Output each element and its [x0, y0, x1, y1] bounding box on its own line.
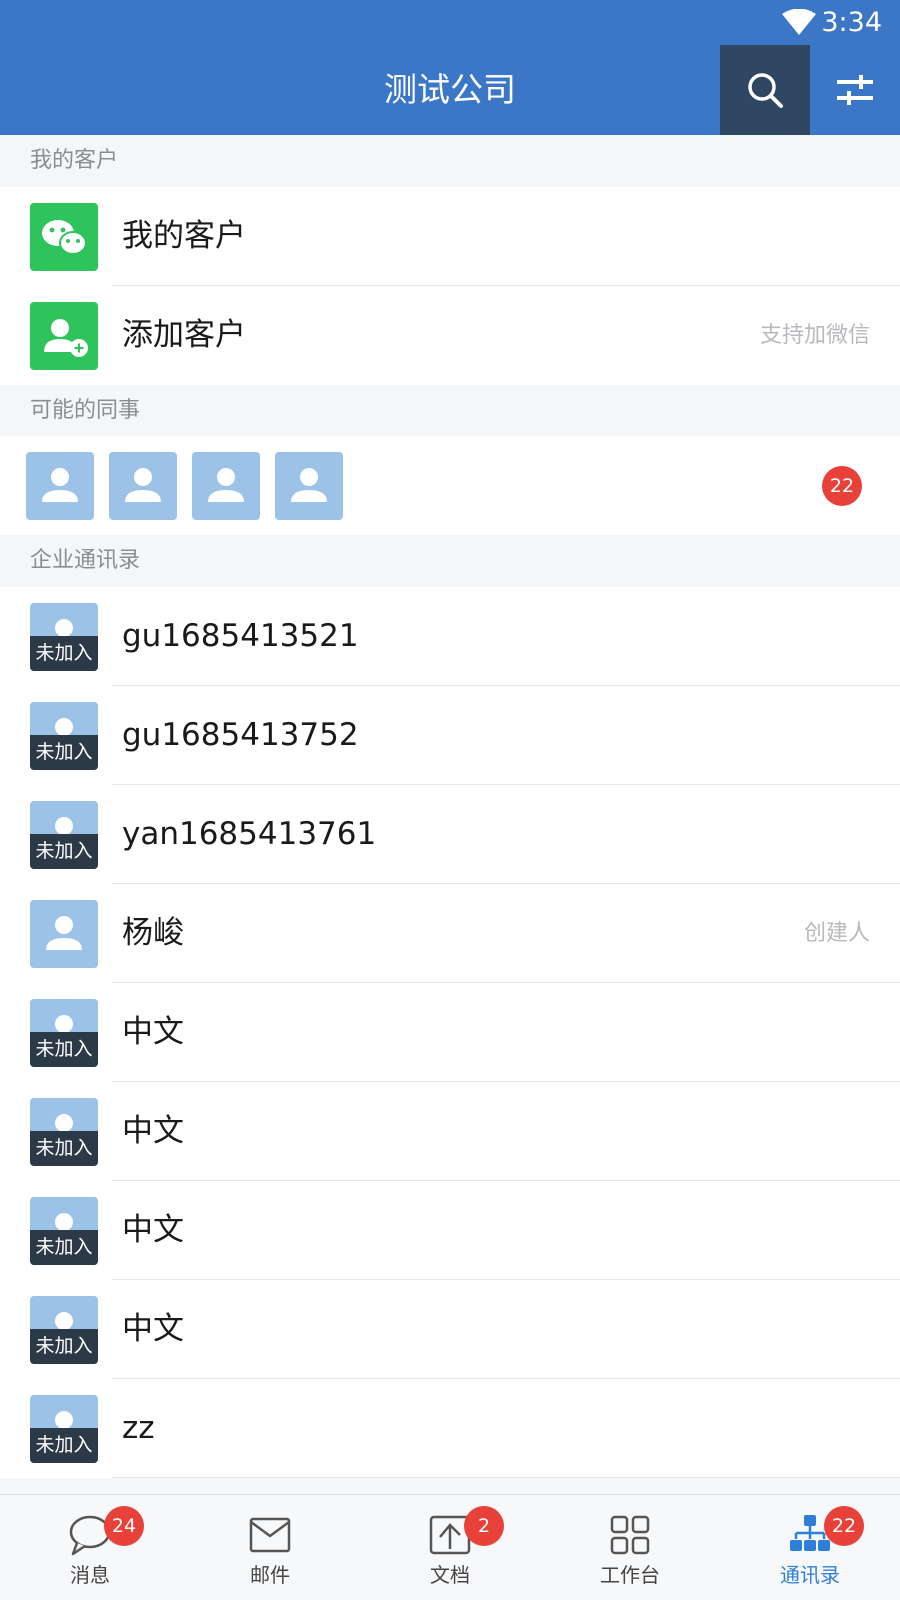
avatar	[192, 452, 260, 520]
avatar: 未加入	[30, 1395, 98, 1463]
not-joined-label: 未加入	[30, 735, 98, 770]
section-header-customers: 我的客户	[0, 135, 900, 187]
contact-name: 杨峻	[122, 915, 184, 951]
divider	[112, 1477, 900, 1478]
contact-row[interactable]: 未加入 中文	[0, 1181, 900, 1280]
avatar: 未加入	[30, 1296, 98, 1364]
contact-name: gu1685413752	[122, 717, 359, 753]
status-bar: 3:34	[0, 0, 900, 45]
tab-label: 工作台	[600, 1563, 660, 1587]
add-person-icon	[30, 302, 98, 370]
avatar: 未加入	[30, 702, 98, 770]
not-joined-label: 未加入	[30, 636, 98, 671]
add-customer-row[interactable]: 添加客户 支持加微信	[0, 286, 900, 385]
avatar: 未加入	[30, 1197, 98, 1265]
avatar	[30, 900, 98, 968]
section-header-directory: 企业通讯录	[0, 535, 900, 587]
filter-button[interactable]	[810, 45, 900, 135]
wifi-icon	[782, 9, 816, 35]
contact-row[interactable]: 杨峻 创建人	[0, 884, 900, 983]
my-customers-row[interactable]: 我的客户	[0, 187, 900, 286]
not-joined-label: 未加入	[30, 1230, 98, 1265]
tab-mail[interactable]: 邮件	[180, 1495, 360, 1600]
app-header: 3:34 测试公司	[0, 0, 900, 135]
contact-row[interactable]: 未加入 中文	[0, 983, 900, 1082]
section-header-colleagues: 可能的同事	[0, 385, 900, 436]
search-button[interactable]	[720, 45, 810, 135]
tab-label: 文档	[430, 1563, 470, 1587]
avatar: 未加入	[30, 999, 98, 1067]
contacts-badge: 22	[824, 1506, 864, 1546]
mail-icon	[249, 1517, 291, 1553]
wechat-icon	[30, 203, 98, 271]
row-label: 添加客户	[122, 317, 246, 353]
row-label: 我的客户	[122, 218, 246, 254]
tab-contacts[interactable]: 通讯录 22	[720, 1495, 900, 1600]
avatar: 未加入	[30, 603, 98, 671]
sliders-icon	[837, 75, 873, 105]
contact-name: yan1685413761	[122, 816, 377, 852]
contact-name: 中文	[122, 1212, 184, 1248]
contact-name: 中文	[122, 1014, 184, 1050]
avatar	[275, 452, 343, 520]
wechat-support-hint: 支持加微信	[759, 323, 870, 348]
tab-label: 消息	[70, 1563, 110, 1587]
contact-name: 中文	[122, 1311, 184, 1347]
creator-tag: 创建人	[803, 921, 870, 946]
tab-workbench[interactable]: 工作台	[540, 1495, 720, 1600]
contact-row[interactable]: 未加入 yan1685413761	[0, 785, 900, 884]
not-joined-label: 未加入	[30, 1428, 98, 1463]
not-joined-label: 未加入	[30, 834, 98, 869]
contact-row[interactable]: 未加入 zz	[0, 1379, 900, 1478]
tab-messages[interactable]: 消息 24	[0, 1495, 180, 1600]
documents-badge: 2	[464, 1506, 504, 1546]
avatar	[109, 452, 177, 520]
bottom-tab-bar: 消息 24 邮件 文档 2 工作台 通讯录 22	[0, 1494, 900, 1600]
avatar	[26, 452, 94, 520]
search-icon	[748, 73, 783, 108]
tab-documents[interactable]: 文档 2	[360, 1495, 540, 1600]
contact-row[interactable]: 未加入 gu1685413521	[0, 587, 900, 686]
contact-name: gu1685413521	[122, 618, 359, 654]
avatar: 未加入	[30, 1098, 98, 1166]
not-joined-label: 未加入	[30, 1032, 98, 1067]
contact-row[interactable]: 未加入 中文	[0, 1082, 900, 1181]
avatar: 未加入	[30, 801, 98, 869]
possible-colleagues-row[interactable]: 22	[0, 436, 900, 535]
not-joined-label: 未加入	[30, 1131, 98, 1166]
status-time: 3:34	[821, 7, 882, 38]
grid-icon	[610, 1515, 650, 1555]
contact-name: zz	[122, 1410, 155, 1446]
messages-badge: 24	[104, 1506, 144, 1546]
tab-label: 邮件	[250, 1563, 290, 1587]
contact-name: 中文	[122, 1113, 184, 1149]
contact-row[interactable]: 未加入 gu1685413752	[0, 686, 900, 785]
tab-label: 通讯录	[780, 1563, 840, 1587]
colleagues-count-badge: 22	[822, 466, 862, 506]
not-joined-label: 未加入	[30, 1329, 98, 1364]
contact-row[interactable]: 未加入 中文	[0, 1280, 900, 1379]
